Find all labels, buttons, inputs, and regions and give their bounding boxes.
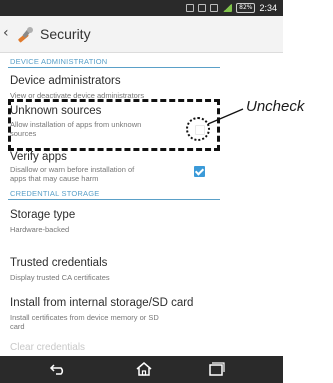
item-subtitle-line2: apps that may cause harm bbox=[10, 174, 99, 183]
battery-icon: 82% bbox=[236, 3, 256, 13]
section-divider bbox=[8, 67, 220, 68]
item-title: Verify apps bbox=[10, 151, 67, 163]
item-subtitle-line1: Install certificates from device memory … bbox=[10, 313, 159, 322]
item-title: Trusted credentials bbox=[10, 257, 108, 269]
item-subtitle-line1: Disallow or warn before installation of bbox=[10, 165, 135, 174]
home-icon[interactable] bbox=[134, 360, 154, 378]
recents-icon[interactable] bbox=[206, 360, 226, 378]
status-bar: 82% 2:34 bbox=[0, 0, 283, 16]
navigation-bar bbox=[0, 356, 283, 383]
action-bar: ‹ Security bbox=[0, 16, 283, 53]
vibrate-icon bbox=[210, 4, 219, 12]
clock: 2:34 bbox=[259, 3, 277, 13]
verify-apps-checkbox[interactable] bbox=[194, 166, 205, 177]
notification-icon bbox=[186, 4, 195, 12]
item-title: Clear credentials bbox=[10, 342, 86, 353]
nfc-icon bbox=[198, 4, 207, 12]
item-subtitle: Display trusted CA certificates bbox=[10, 273, 110, 282]
callout-label: Uncheck bbox=[246, 98, 305, 115]
chevron-left-icon[interactable]: ‹ bbox=[3, 25, 9, 41]
item-title: Device administrators bbox=[10, 75, 121, 87]
item-subtitle: Hardware-backed bbox=[10, 225, 70, 234]
back-icon[interactable] bbox=[48, 360, 68, 378]
page-title: Security bbox=[40, 26, 91, 42]
status-icons: 82% 2:34 bbox=[186, 2, 277, 14]
item-title: Install from internal storage/SD card bbox=[10, 297, 194, 309]
section-header-device-admin: DEVICE ADMINISTRATION bbox=[10, 57, 108, 66]
section-header-credential-storage: CREDENTIAL STORAGE bbox=[10, 189, 100, 198]
security-wrench-icon[interactable] bbox=[16, 25, 36, 45]
target-circle bbox=[186, 117, 210, 141]
phone-screen: 82% 2:34 ‹ Security DEVICE ADMINISTRATIO… bbox=[0, 0, 283, 383]
section-divider bbox=[8, 199, 220, 200]
item-subtitle-line2: card bbox=[10, 322, 25, 331]
signal-icon bbox=[222, 4, 233, 12]
item-title: Storage type bbox=[10, 209, 76, 221]
